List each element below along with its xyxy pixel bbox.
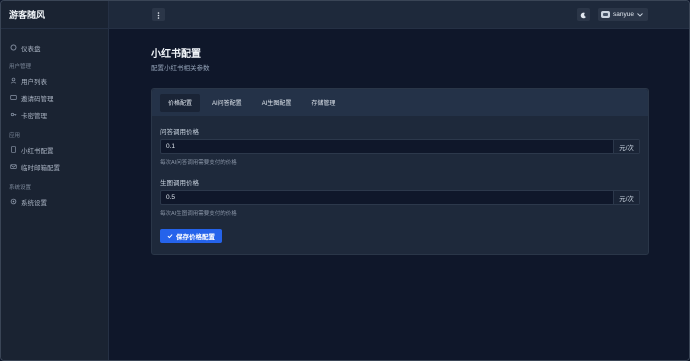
brand-title: 游客随风 <box>1 1 108 29</box>
settings-icon <box>9 198 17 206</box>
tab-ai-image-config[interactable]: AI生图配置 <box>254 94 300 112</box>
avatar <box>601 11 610 18</box>
image-price-input[interactable] <box>161 191 613 204</box>
topbar: sanyue <box>109 1 689 29</box>
image-price-unit: 元/次 <box>613 191 639 204</box>
image-price-field: 元/次 <box>160 190 640 205</box>
tab-bar: 价格配置 AI问答配置 AI生图配置 存储管理 <box>152 89 648 116</box>
sidebar-group-apps: 应用 <box>9 133 21 139</box>
notebook-icon <box>9 146 17 154</box>
sidebar-item-users[interactable]: 用户列表 <box>1 72 108 89</box>
image-price-hint: 每次AI生图调用需要支付的价格 <box>160 211 237 217</box>
main-content: 小红书配置 配置小红书相关参数 价格配置 AI问答配置 AI生图配置 存储管理 … <box>109 29 689 360</box>
chevron-down-icon <box>637 12 643 17</box>
username: sanyue <box>613 11 634 18</box>
save-price-config-button[interactable]: 保存价格配置 <box>160 229 222 243</box>
invite-code-icon <box>9 94 17 102</box>
sidebar-item-xiaohongshu-config[interactable]: 小红书配置 <box>1 141 108 158</box>
sidebar-nav: 仪表盘 用户管理 用户列表 邀请码管理 卡密管理 应用 小红书配置 临时邮箱配置… <box>1 29 108 210</box>
sidebar-item-label: 仪表盘 <box>21 45 41 53</box>
more-menu-button[interactable] <box>152 8 165 21</box>
config-card: 价格配置 AI问答配置 AI生图配置 存储管理 问答调用价格 元/次 每次AI问… <box>151 88 649 255</box>
sidebar-item-temp-mail-config[interactable]: 临时邮箱配置 <box>1 158 108 175</box>
user-menu[interactable]: sanyue <box>598 8 648 21</box>
qa-price-input[interactable] <box>161 140 613 153</box>
sidebar-item-label: 系统设置 <box>21 199 47 207</box>
page-title: 小红书配置 <box>151 49 201 60</box>
app-window: 游客随风 仪表盘 用户管理 用户列表 邀请码管理 卡密管理 应用 小红书配置 临… <box>0 0 690 361</box>
sidebar-item-invite-codes[interactable]: 邀请码管理 <box>1 89 108 106</box>
qa-price-unit: 元/次 <box>613 140 639 153</box>
card-key-icon <box>9 111 17 119</box>
sidebar-group-system: 系统设置 <box>9 185 32 191</box>
qa-price-hint: 每次AI问答调用需要支付的价格 <box>160 160 237 166</box>
dashboard-icon <box>9 44 17 52</box>
save-button-label: 保存价格配置 <box>176 234 215 241</box>
more-vertical-icon <box>157 6 160 24</box>
sidebar-item-label: 小红书配置 <box>21 147 54 155</box>
mail-icon <box>9 163 17 171</box>
image-price-label: 生图调用价格 <box>160 180 199 187</box>
tab-ai-qa-config[interactable]: AI问答配置 <box>204 94 250 112</box>
moon-icon <box>580 6 587 24</box>
page-subtitle: 配置小红书相关参数 <box>151 65 210 72</box>
theme-toggle-button[interactable] <box>577 8 590 21</box>
sidebar: 游客随风 仪表盘 用户管理 用户列表 邀请码管理 卡密管理 应用 小红书配置 临… <box>1 1 109 360</box>
sidebar-item-label: 邀请码管理 <box>21 95 54 103</box>
sidebar-item-dashboard[interactable]: 仪表盘 <box>1 39 108 56</box>
users-icon <box>9 77 17 85</box>
sidebar-item-label: 卡密管理 <box>21 112 47 120</box>
tab-storage-management[interactable]: 存储管理 <box>303 94 343 112</box>
sidebar-item-system-settings[interactable]: 系统设置 <box>1 193 108 210</box>
sidebar-item-label: 用户列表 <box>21 78 47 86</box>
tab-price-config[interactable]: 价格配置 <box>160 93 201 112</box>
sidebar-item-card-keys[interactable]: 卡密管理 <box>1 106 108 123</box>
qa-price-field: 元/次 <box>160 139 640 154</box>
check-icon <box>167 234 173 239</box>
qa-price-label: 问答调用价格 <box>160 129 199 136</box>
sidebar-group-user-management: 用户管理 <box>9 64 32 70</box>
sidebar-item-label: 临时邮箱配置 <box>21 164 60 172</box>
